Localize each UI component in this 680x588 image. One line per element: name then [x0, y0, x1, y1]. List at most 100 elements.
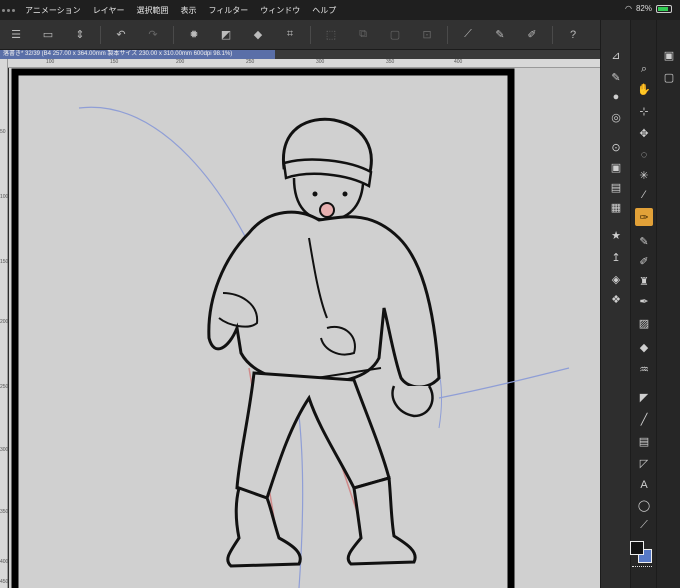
brush-icon[interactable]: ✐	[635, 252, 653, 270]
menu-layer[interactable]: レイヤー	[87, 5, 131, 16]
airbrush-icon[interactable]: ♜	[635, 272, 653, 290]
pencil-icon[interactable]: ✎	[635, 232, 653, 250]
material-icon[interactable]: ★	[607, 226, 625, 244]
ruler-tick: 400	[454, 59, 463, 65]
stack-icon[interactable]: ❖	[607, 290, 625, 308]
loading-icon[interactable]: ✹	[183, 24, 205, 46]
zoom-icon[interactable]: ⌕	[635, 60, 653, 78]
battery-icon	[656, 4, 672, 13]
scroll-arrows-icon[interactable]: ⇕	[69, 24, 91, 46]
jacket	[207, 210, 441, 389]
correct-line-icon[interactable]: ⟋	[635, 516, 653, 534]
boot-right	[346, 476, 417, 566]
panel-toggle-icon[interactable]: ▢	[660, 68, 678, 86]
timeline-icon[interactable]: ↥	[607, 248, 625, 266]
separator	[310, 25, 311, 44]
brush-icon[interactable]: ✎	[489, 24, 511, 46]
hand	[391, 385, 434, 418]
ruler-vertical: 50 100 150 200 250 300 350 400 450	[0, 59, 8, 588]
eye	[312, 191, 318, 197]
menu-window[interactable]: ウィンドウ	[254, 5, 306, 16]
pants	[235, 371, 391, 500]
separator	[552, 25, 553, 44]
menu-bar: アニメーション レイヤー 選択範囲 表示 フィルター ウィンドウ ヘルプ ◠ 8…	[0, 0, 680, 20]
ruler-tick: 250	[246, 59, 255, 65]
ruler-horizontal: 100 150 200 250 300 350 400	[8, 59, 600, 68]
help-icon[interactable]: ?	[562, 24, 584, 46]
ruler-tick: 350	[386, 59, 395, 65]
ruler-icon[interactable]: ◸	[635, 454, 653, 472]
menu-selection[interactable]: 選択範囲	[130, 5, 174, 16]
clear-icon[interactable]: ◩	[215, 24, 237, 46]
ruler-tick: 100	[46, 59, 55, 65]
hand-icon[interactable]: ✋	[635, 80, 653, 98]
undo-icon[interactable]: ↶	[110, 24, 132, 46]
main-color-swatch[interactable]	[630, 541, 644, 555]
panel-dock-right: ▣ ▢	[656, 20, 680, 588]
fill-icon[interactable]: ◆	[247, 24, 269, 46]
layer-property-icon[interactable]: ⊿	[607, 46, 625, 64]
lasso-icon[interactable]: ◌	[635, 146, 653, 164]
ruler-tick: 250	[0, 384, 9, 390]
gradient-icon[interactable]: ▨	[635, 314, 653, 332]
line-fill-icon[interactable]: ✐	[521, 24, 543, 46]
line-correction-icon[interactable]: ⟋	[457, 24, 479, 46]
eyedropper-icon[interactable]: ⁄	[635, 186, 653, 204]
decoration-icon[interactable]: ✒	[635, 292, 653, 310]
fill-bucket-icon[interactable]: ◤	[635, 388, 653, 406]
menu-view[interactable]: 表示	[174, 5, 202, 16]
redo-icon[interactable]: ↷	[142, 24, 164, 46]
crop-icon[interactable]: ⌗	[279, 24, 301, 46]
status-area: ◠ 82%	[625, 4, 672, 13]
color-wheel-icon[interactable]: ◎	[607, 108, 625, 126]
separator	[173, 25, 174, 44]
panel-toggle-icon[interactable]: ▣	[660, 46, 678, 64]
invert-icon[interactable]: ⧉	[352, 24, 374, 46]
tool-property-icon[interactable]: ✎	[607, 68, 625, 86]
battery-percent: 82%	[635, 4, 652, 13]
guide-line	[438, 367, 570, 399]
balloon-icon[interactable]: ◯	[635, 496, 653, 514]
operation-icon[interactable]: ⊹	[635, 102, 653, 120]
color-set-icon[interactable]: ▤	[607, 178, 625, 196]
separator	[100, 25, 101, 44]
text-icon[interactable]: A	[635, 476, 653, 494]
show-selection-icon[interactable]: ▢	[384, 24, 406, 46]
navigator-icon[interactable]: ⊙	[607, 138, 625, 156]
brush-size-icon[interactable]: ●	[607, 88, 625, 106]
figure-icon[interactable]: ╱	[635, 410, 653, 428]
drawing	[11, 68, 570, 588]
eraser-icon[interactable]: ◆	[635, 338, 653, 356]
command-bar: ☰ ▭ ⇕ ↶ ↷ ✹ ◩ ◆ ⌗ ⬚ ⧉ ▢ ⊡ ⟋ ✎ ✐ ?	[0, 20, 600, 50]
canvas[interactable]	[9, 68, 600, 588]
ruler-tick: 150	[110, 59, 119, 65]
transparent-color-swatch[interactable]	[632, 566, 652, 572]
menu-icon[interactable]: ☰	[5, 24, 27, 46]
tool-palette: ⌕ ✋ ⊹ ✥ ◌ ✳ ⁄ ✑ ✎ ✐ ♜ ✒ ▨ ◆ ♒ ◤ ╱ ▤ ◸ A …	[630, 20, 656, 588]
select-off-icon[interactable]: ⬚	[320, 24, 342, 46]
menu-help[interactable]: ヘルプ	[306, 5, 342, 16]
document-tab-bar: 落書き* 32/39 (B4 257.00 x 364.00mm 製本サイズ 2…	[0, 50, 600, 59]
ruler-tick: 100	[0, 194, 9, 200]
mouth	[319, 202, 335, 218]
ruler-tick: 200	[176, 59, 185, 65]
boot-left	[226, 486, 302, 568]
tool-dock-left: ⊿ ✎ ● ◎ ⊙ ▣ ▤ ▦ ★ ↥ ◈ ❖	[600, 20, 630, 588]
menu-filter[interactable]: フィルター	[202, 5, 254, 16]
layer-icon[interactable]: ◈	[607, 270, 625, 288]
more-dots-icon[interactable]	[2, 8, 15, 12]
move-icon[interactable]: ✥	[635, 124, 653, 142]
pen-icon[interactable]: ✑	[635, 208, 653, 226]
ruler-tick: 350	[0, 509, 9, 515]
expand-icon[interactable]: ⊡	[416, 24, 438, 46]
color-history-icon[interactable]: ▦	[607, 198, 625, 216]
paper-icon[interactable]: ▭	[37, 24, 59, 46]
auto-select-icon[interactable]: ✳	[635, 166, 653, 184]
menu-animation[interactable]: アニメーション	[19, 5, 87, 16]
blend-icon[interactable]: ♒	[635, 360, 653, 378]
sub-view-icon[interactable]: ▣	[607, 158, 625, 176]
frame-icon[interactable]: ▤	[635, 432, 653, 450]
document-tab[interactable]: 落書き* 32/39 (B4 257.00 x 364.00mm 製本サイズ 2…	[0, 50, 275, 59]
ruler-tick: 200	[0, 319, 9, 325]
wifi-icon: ◠	[625, 4, 632, 13]
